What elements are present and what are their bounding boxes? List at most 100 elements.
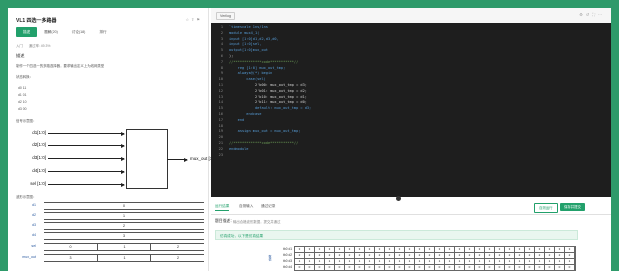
wave-signal-name: d4	[32, 233, 36, 237]
mux-block	[126, 129, 168, 189]
code-text: endcase	[229, 112, 262, 116]
code-text: default: mux_out_tmp = d3;	[229, 106, 312, 111]
code-editor[interactable]: 1 `timescale 1ns/1ns 2 module mux4_1(3 input…	[211, 23, 611, 197]
tab-description[interactable]: 描述	[16, 27, 38, 37]
wave-signal-name: sel	[31, 244, 36, 248]
code-text: //*************code***********//	[229, 141, 299, 145]
code-text: `timescale 1ns/1ns	[229, 25, 268, 29]
wave-segment: 2	[150, 244, 205, 250]
code-text: input [1:0]d1,d2,d3,d0,	[229, 36, 279, 41]
code-text: 2'b11: mux_out_tmp = d0;	[229, 100, 307, 105]
sim-cell: 0	[555, 265, 565, 270]
example-line: d2 10	[18, 100, 27, 104]
wave-segment: 1	[97, 255, 151, 261]
wave-signal-name: d3	[32, 223, 36, 227]
code-text: input [1:0]sel,	[229, 42, 262, 47]
report-icon[interactable]: ⚑	[196, 17, 202, 22]
wave-track: 3 1 2	[44, 254, 204, 262]
code-text: case(sel)	[229, 77, 266, 82]
sim-signal-name: tb0 d4	[283, 265, 292, 269]
example-line: d1 01	[18, 93, 27, 97]
tab-run-result[interactable]: 运行结果	[215, 204, 230, 211]
submit-button[interactable]: 保存并提交	[560, 203, 585, 211]
sim-cell: 0	[505, 265, 515, 270]
editor-panel: Verilog ⚙↺⛶⋯ 1 `timescale 1ns/1ns 2 module …	[211, 8, 611, 271]
problem-panel: VL1 四选一多路器 ☆⇪⚑ 描述 题解(20) 讨论(18) 排行 入门 通过…	[8, 8, 217, 271]
code-text: //*************code***********//	[229, 59, 299, 64]
input-arrow	[48, 169, 125, 174]
code-text: endmodule	[229, 146, 249, 151]
language-select[interactable]: Verilog	[216, 12, 235, 20]
wave-value: 0	[123, 204, 125, 208]
tab-records[interactable]: 通过记录	[261, 204, 275, 209]
sim-track: 0000000000000000000000000000	[294, 264, 576, 271]
sim-cell: 0	[295, 265, 305, 270]
wave-row: d4 3	[14, 231, 206, 240]
input-arrow	[48, 131, 125, 136]
code-text: reg [1:0] mux_out_tmp;	[229, 65, 286, 70]
wave-row: mux_out 3 1 2	[14, 253, 206, 262]
editor-actions: ⚙↺⛶⋯	[579, 12, 605, 17]
difficulty-breadcrumb: 入门 通过率: 49.3%	[16, 43, 55, 48]
code-text: 2'b10: mux_out_tmp = d1;	[229, 94, 307, 99]
sim-cell: 0	[435, 265, 445, 270]
example-line: d3 00	[18, 107, 27, 111]
sim-cell: 0	[455, 265, 465, 270]
resize-handle[interactable]	[396, 196, 401, 201]
line-number: 23	[218, 152, 223, 157]
input-label: d2[1:0]	[32, 142, 46, 147]
sim-cell: 0	[315, 265, 325, 270]
code-text: );	[229, 54, 234, 58]
sim-cell: 0	[535, 265, 545, 270]
wave-row: d1 0	[14, 201, 206, 210]
sim-axis-label: 数值	[268, 255, 272, 261]
code-text: assign mux_out = mux_out_tmp;	[229, 129, 301, 134]
input-label: sel [1:0]	[30, 181, 46, 186]
sim-cell: 0	[475, 265, 485, 270]
code-text: output[1:0]mux_out	[229, 48, 268, 53]
wave-segment: 1	[97, 244, 151, 250]
code-text: module mux4_1(	[229, 30, 260, 35]
sim-cell: 0	[395, 265, 405, 270]
run-button[interactable]: 自测运行	[534, 203, 558, 213]
sim-cell: 0	[415, 265, 425, 270]
wave-signal-name: d2	[32, 213, 36, 217]
tab-discussion[interactable]: 讨论(18)	[65, 27, 93, 37]
description-text: 制作一个四选一的多路选择器，要求输出定义上为线网类型	[16, 64, 105, 68]
settings-icon[interactable]: ⚙	[579, 12, 586, 17]
sim-cell: 0	[345, 265, 355, 270]
output-arrow	[167, 157, 188, 162]
wave-track: 1	[44, 212, 204, 220]
tab-self-test[interactable]: 自测输入	[239, 204, 253, 209]
code-text: end	[229, 117, 245, 122]
more-icon[interactable]: ⋯	[598, 12, 605, 17]
code-text: 2'b01: mux_out_tmp = d2;	[229, 88, 307, 93]
sim-cell: 0	[385, 265, 395, 270]
editor-toolbar: Verilog ⚙↺⛶⋯	[211, 8, 611, 24]
result-tabs: 运行结果 自测输入 通过记录 自测运行 保存并提交	[211, 202, 611, 215]
problem-title: VL1 四选一多路器	[16, 18, 57, 24]
wave-row: d3 2	[14, 221, 206, 230]
tab-solutions[interactable]: 题解(20)	[37, 27, 65, 37]
code-line[interactable]: 23	[211, 153, 229, 159]
problem-actions[interactable]: ☆⇪⚑	[185, 17, 202, 22]
sim-cell: 0	[325, 265, 335, 270]
wave-track: 2	[44, 222, 204, 230]
wave-segment: 0	[69, 245, 72, 249]
sim-cell: 0	[365, 265, 375, 270]
app-frame: VL1 四选一多路器 ☆⇪⚑ 描述 题解(20) 讨论(18) 排行 入门 通过…	[8, 8, 611, 271]
wave-row: sel 0 1 2	[14, 242, 206, 251]
result-subtext: 输出合格波形数据，提交并通过	[233, 220, 281, 224]
sim-cell: 0	[565, 265, 575, 270]
result-label: 题目描述：	[215, 219, 234, 223]
wave-value: 2	[123, 224, 125, 228]
example-line: d0 11	[18, 86, 27, 90]
sim-cell: 0	[545, 265, 555, 270]
input-label: d3[1:0]	[32, 155, 46, 160]
sim-cell: 0	[445, 265, 455, 270]
wave-segment: 3	[69, 256, 72, 260]
sim-cell: 0	[335, 265, 345, 270]
tab-ranking[interactable]: 排行	[92, 27, 113, 37]
wave-row: d2 1	[14, 211, 206, 220]
input-label: d1[1:0]	[32, 130, 46, 135]
